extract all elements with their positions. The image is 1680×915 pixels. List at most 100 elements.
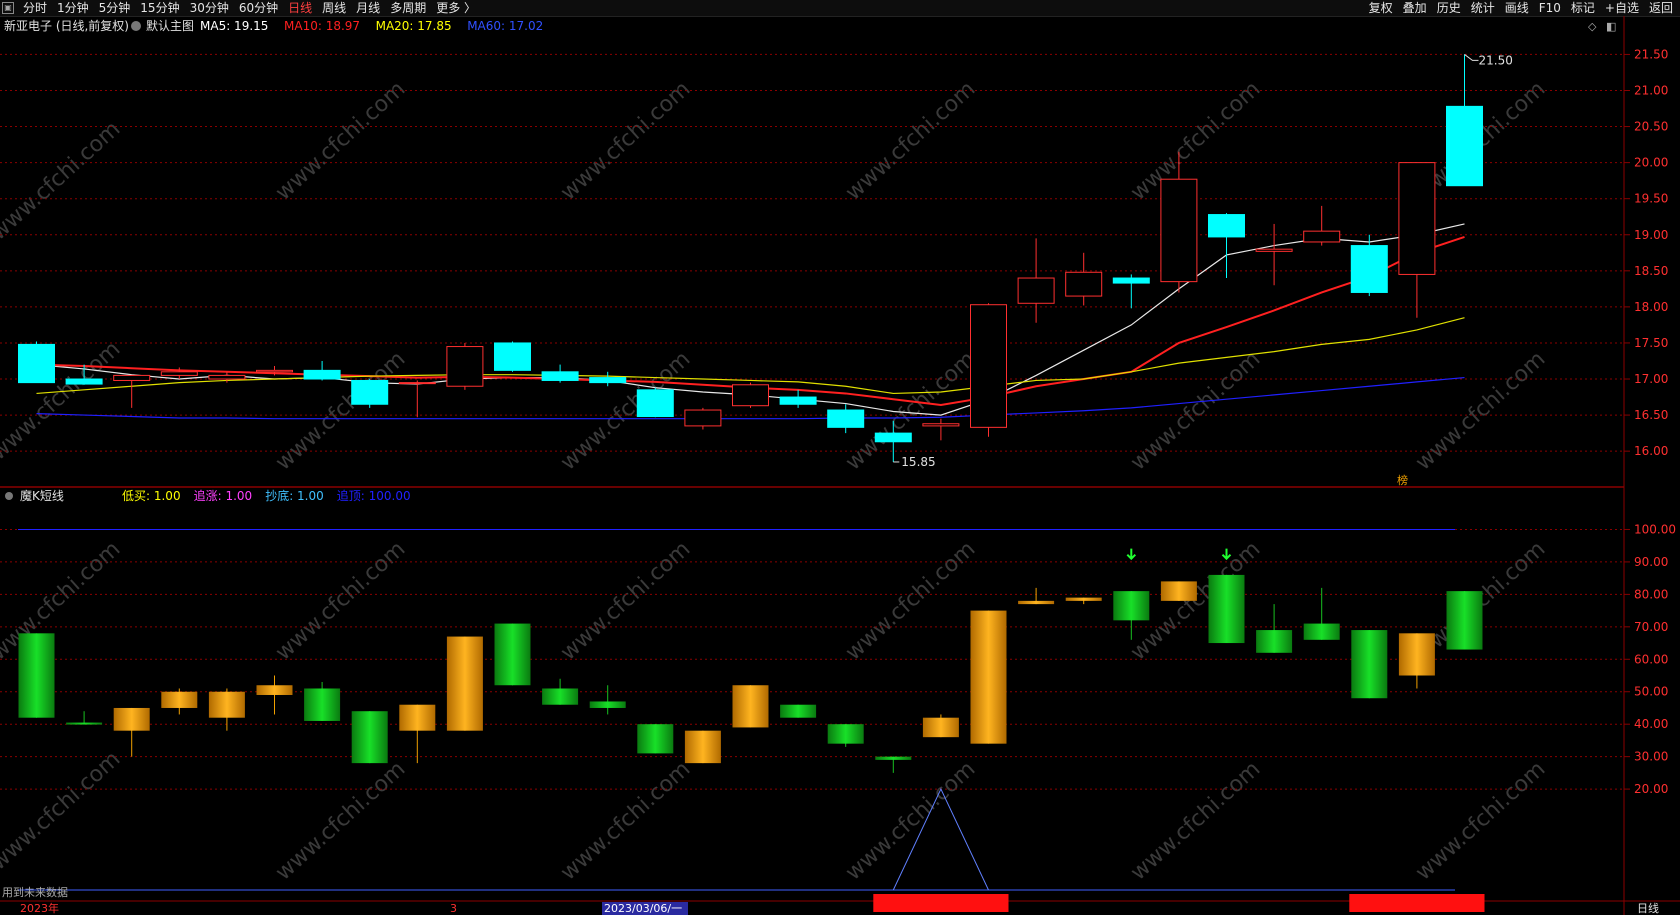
red-signal-marker-0	[873, 894, 1009, 912]
indicator-bar-0	[18, 633, 55, 718]
period-button-10[interactable]: 更多 〉	[431, 0, 481, 16]
candle-23	[1112, 274, 1150, 309]
indicator-bar-19	[922, 714, 959, 738]
candle-body-0	[18, 343, 55, 384]
candle-14	[684, 407, 722, 430]
tool-button-5[interactable]: F10	[1534, 0, 1566, 16]
indicator-bar-28	[1351, 630, 1388, 699]
period-button-8[interactable]: 月线	[351, 0, 385, 16]
indicator-bar-8	[399, 704, 436, 764]
watermark-text-22: www.cfchi.com	[1126, 757, 1265, 886]
period-button-2[interactable]: 5分钟	[94, 0, 136, 16]
indicator-tick-label-4: 60.00	[1634, 652, 1668, 666]
indicator-bar-14	[684, 730, 721, 764]
indicator-body-28	[1351, 630, 1388, 699]
candle-body-14	[684, 409, 722, 427]
candle-body-9	[446, 346, 484, 387]
tool-button-0[interactable]: 复权	[1364, 0, 1398, 16]
period-button-4[interactable]: 30分钟	[185, 0, 234, 16]
period-button-3[interactable]: 15分钟	[135, 0, 184, 16]
candle-body-6	[303, 369, 341, 380]
indicator-bar-5	[256, 675, 293, 715]
panel-mode-icon[interactable]: ◧	[1606, 20, 1616, 33]
watermark-text-18: www.cfchi.com	[0, 747, 125, 876]
period-toolbar: ▣ 分时 1分钟 5分钟 15分钟 30分钟 60分钟 日线 周线 月线 多周期 更多 〉 复权 叠加…	[0, 0, 1680, 17]
high-marker-arrow	[1464, 54, 1479, 61]
indicator-bar-7	[351, 711, 388, 764]
indicator-bar-13	[637, 724, 674, 754]
price-tick-label-7: 19.50	[1634, 192, 1668, 206]
watermark-text-3: www.cfchi.com	[841, 77, 980, 206]
future-data-note: 用到未来数据	[2, 885, 68, 899]
price-tick-label-2: 17.00	[1634, 372, 1668, 386]
candle-body-8	[398, 382, 436, 385]
candle-body-25	[1208, 214, 1245, 238]
ma-legend-item-3: MA60: 17.02	[467, 19, 543, 33]
candle-body-18	[874, 432, 912, 443]
watermark-text-0: www.cfchi.com	[0, 117, 125, 246]
price-tick-label-1: 16.50	[1634, 408, 1668, 422]
watermark-text-2: www.cfchi.com	[556, 77, 695, 206]
price-tick-label-6: 19.00	[1634, 228, 1668, 242]
settings-icon[interactable]: ◇	[1588, 20, 1597, 33]
indicator-bar-6	[304, 682, 341, 721]
period-button-5[interactable]: 60分钟	[234, 0, 283, 16]
watermark-text-8: www.cfchi.com	[556, 347, 695, 476]
indicator-body-15	[732, 685, 769, 728]
period-button-9[interactable]: 多周期	[385, 0, 431, 16]
panel-toggle-icon[interactable]: ▣	[2, 2, 14, 14]
indicator-tick-label-7: 90.00	[1634, 555, 1668, 569]
indicator-bar-20	[970, 610, 1007, 744]
period-button-1[interactable]: 1分钟	[52, 0, 94, 16]
main-title: 新亚电子 (日线,前复权)	[4, 18, 129, 33]
sub-legend-item-3: 追顶: 100.00	[337, 488, 411, 503]
candlesticks	[18, 54, 1483, 463]
indicator-body-3	[161, 691, 198, 708]
price-tick-label-4: 18.00	[1634, 300, 1668, 314]
template-dropdown-icon[interactable]	[131, 21, 141, 31]
ma-legend-item-1: MA10: 18.97	[284, 19, 360, 33]
indicator-tick-label-1: 30.00	[1634, 750, 1668, 764]
period-label: 日线	[1637, 901, 1659, 915]
candle-20	[970, 303, 1007, 437]
candle-body-24	[1160, 178, 1198, 283]
period-button-0[interactable]: 分时	[18, 0, 52, 16]
candle-body-13	[636, 389, 674, 418]
watermark-text-14: www.cfchi.com	[556, 537, 695, 666]
tool-button-3[interactable]: 统计	[1466, 0, 1500, 16]
indicator-body-21	[1018, 600, 1055, 605]
template-label: 默认主图	[146, 18, 194, 33]
candle-body-12	[589, 377, 627, 384]
indicator-bar-30	[1446, 591, 1483, 650]
indicator-tick-label-3: 50.00	[1634, 685, 1668, 699]
indicator-bar-26	[1256, 604, 1293, 653]
indicator-body-23	[1113, 591, 1150, 621]
candle-body-1	[65, 378, 103, 385]
rank-badge: 榜	[1397, 473, 1408, 487]
watermark-text-20: www.cfchi.com	[556, 757, 695, 886]
candle-body-7	[351, 379, 389, 405]
indicator-bar-1	[66, 711, 103, 725]
sub-chart-toggle-icon[interactable]	[5, 492, 13, 500]
indicator-bar-24	[1160, 581, 1197, 601]
candle-body-3	[160, 371, 198, 376]
red-signal-marker-1	[1349, 894, 1485, 912]
indicator-body-18	[875, 756, 912, 760]
indicator-body-0	[18, 633, 55, 718]
period-button-6[interactable]: 日线	[283, 0, 317, 16]
candle-0	[18, 341, 55, 384]
candle-16	[779, 389, 817, 408]
tool-button-6[interactable]: 标记	[1566, 0, 1600, 16]
tool-button-7[interactable]: +自选	[1600, 0, 1644, 16]
period-button-7[interactable]: 周线	[317, 0, 351, 16]
tool-button-8[interactable]: 返回	[1644, 0, 1678, 16]
tool-button-2[interactable]: 历史	[1432, 0, 1466, 16]
indicator-body-9	[446, 636, 483, 731]
candle-25	[1208, 213, 1245, 279]
kline-chart[interactable]: www.cfchi.com www.cfchi.com www.cfchi.com w…	[0, 16, 1680, 915]
tool-button-1[interactable]: 叠加	[1398, 0, 1432, 16]
tool-button-4[interactable]: 画线	[1500, 0, 1534, 16]
indicator-bar-2	[113, 707, 150, 757]
candle-body-16	[779, 396, 817, 405]
candle-body-21	[1017, 277, 1055, 304]
